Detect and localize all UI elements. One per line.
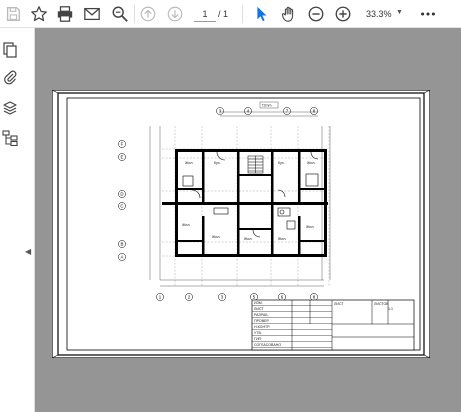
left-axis-marker: F [118,140,126,148]
toolbar-separator [242,5,243,23]
structure-icon[interactable] [0,128,20,148]
select-cursor-icon[interactable] [251,4,271,24]
title-block-row-label: СОГЛАСОВАНО [254,343,281,347]
bottom-axis-markers: 1 2 3 5 6 8 [156,293,318,301]
page-separator: / [218,9,221,19]
bottom-axis-marker: 2 [185,293,193,301]
svg-text:E: E [121,155,124,160]
top-axis-marker: 7 [283,107,291,115]
page-number-input[interactable]: 1 [194,7,216,22]
left-axis-markers: F E D C B A [118,140,126,261]
title-block-row-label: РАЗРАБ. [254,313,269,317]
left-axis-marker: C [118,202,126,210]
pages-icon[interactable] [0,40,20,60]
top-axis-marker: 4 [244,107,252,115]
zoom-in-icon[interactable] [333,4,353,24]
zoom-dropdown-icon[interactable]: ▼ [396,6,403,20]
left-sidebar: ◀ [0,28,35,412]
title-block: ИЗМ. ЛИСТ РАЗРАБ. ПРОВЕР. Н.КОНТР. УТВ. ГИП СОГ… [251,299,415,351]
print-icon[interactable] [55,4,75,24]
page-count: 1 [223,9,229,19]
left-axis-marker: D [118,190,126,198]
svg-text:Жил.: Жил. [306,225,314,229]
top-axis-markers: 3 4 7 8 [216,107,318,115]
bottom-axis-marker: 3 [218,293,226,301]
title-block-row-label: ЛИСТ [254,307,264,311]
svg-text:ЛИСТОВ: ЛИСТОВ [374,302,389,306]
attachment-icon[interactable] [0,67,20,87]
svg-text:D: D [120,192,123,197]
svg-text:F: F [121,142,124,147]
svg-text:C: C [120,204,123,209]
top-axis-marker: 3 [216,107,224,115]
toolbar-separator [134,5,135,23]
left-axis-marker: E [118,153,126,161]
title-block-row-label: ГИП [254,337,262,341]
hand-tool-icon[interactable] [279,4,299,24]
page-total: / 1 [218,7,228,21]
left-axis-marker: B [118,240,126,248]
svg-text:Кух.: Кух. [214,161,221,165]
search-zoom-icon[interactable] [110,4,130,24]
document-viewport[interactable]: 3 4 7 8 72mm Жил. Кух. Кух. Жил. Жил. Жил. … [35,28,461,412]
title-block-row-label: Н.КОНТР. [254,325,270,329]
floor-plan-drawing: 3 4 7 8 72mm Жил. Кух. Кух. Жил. Жил.Жил. Ж… [52,90,430,358]
svg-text:Жил.: Жил. [307,161,315,165]
zoom-out-icon[interactable] [306,4,326,24]
toolbar: 1 / 1 33.3% ▼ [0,0,461,28]
svg-text:Жил.: Жил. [212,235,220,239]
svg-text:Жил.: Жил. [185,161,193,165]
svg-text:Жил.: Жил. [244,237,252,241]
top-axis-marker: 8 [310,107,318,115]
bottom-axis-marker: 8 [310,293,318,301]
zoom-level[interactable]: 33.3% [366,7,392,21]
svg-text:Жил.: Жил. [278,237,286,241]
title-block-row-label: ПРОВЕР. [254,319,269,323]
left-axis-marker: A [118,253,126,261]
bottom-axis-marker: 1 [156,293,164,301]
title-block-row-label: ИЗМ. [254,301,263,305]
title-block-row-label: УТВ. [254,331,262,335]
bottom-axis-marker: 5 [250,293,258,301]
page-up-icon[interactable] [138,4,158,24]
svg-text:1:1: 1:1 [388,307,393,311]
bookmark-star-icon[interactable] [29,4,49,24]
svg-text:ЛИСТ: ЛИСТ [334,302,344,306]
svg-text:Жил.: Жил. [182,223,190,227]
dimension-label: 72mm [262,104,272,108]
collapse-sidebar-icon[interactable]: ◀ [25,247,31,256]
svg-text:A: A [121,255,124,260]
save-icon[interactable] [3,4,23,24]
email-icon[interactable] [82,4,102,24]
page-down-icon[interactable] [165,4,185,24]
more-icon[interactable] [418,4,438,24]
svg-text:Кух.: Кух. [278,161,285,165]
svg-text:B: B [121,242,124,247]
bottom-axis-marker: 6 [278,293,286,301]
pdf-page: 3 4 7 8 72mm Жил. Кух. Кух. Жил. Жил. Жил. … [52,90,430,358]
layers-icon[interactable] [0,98,20,118]
